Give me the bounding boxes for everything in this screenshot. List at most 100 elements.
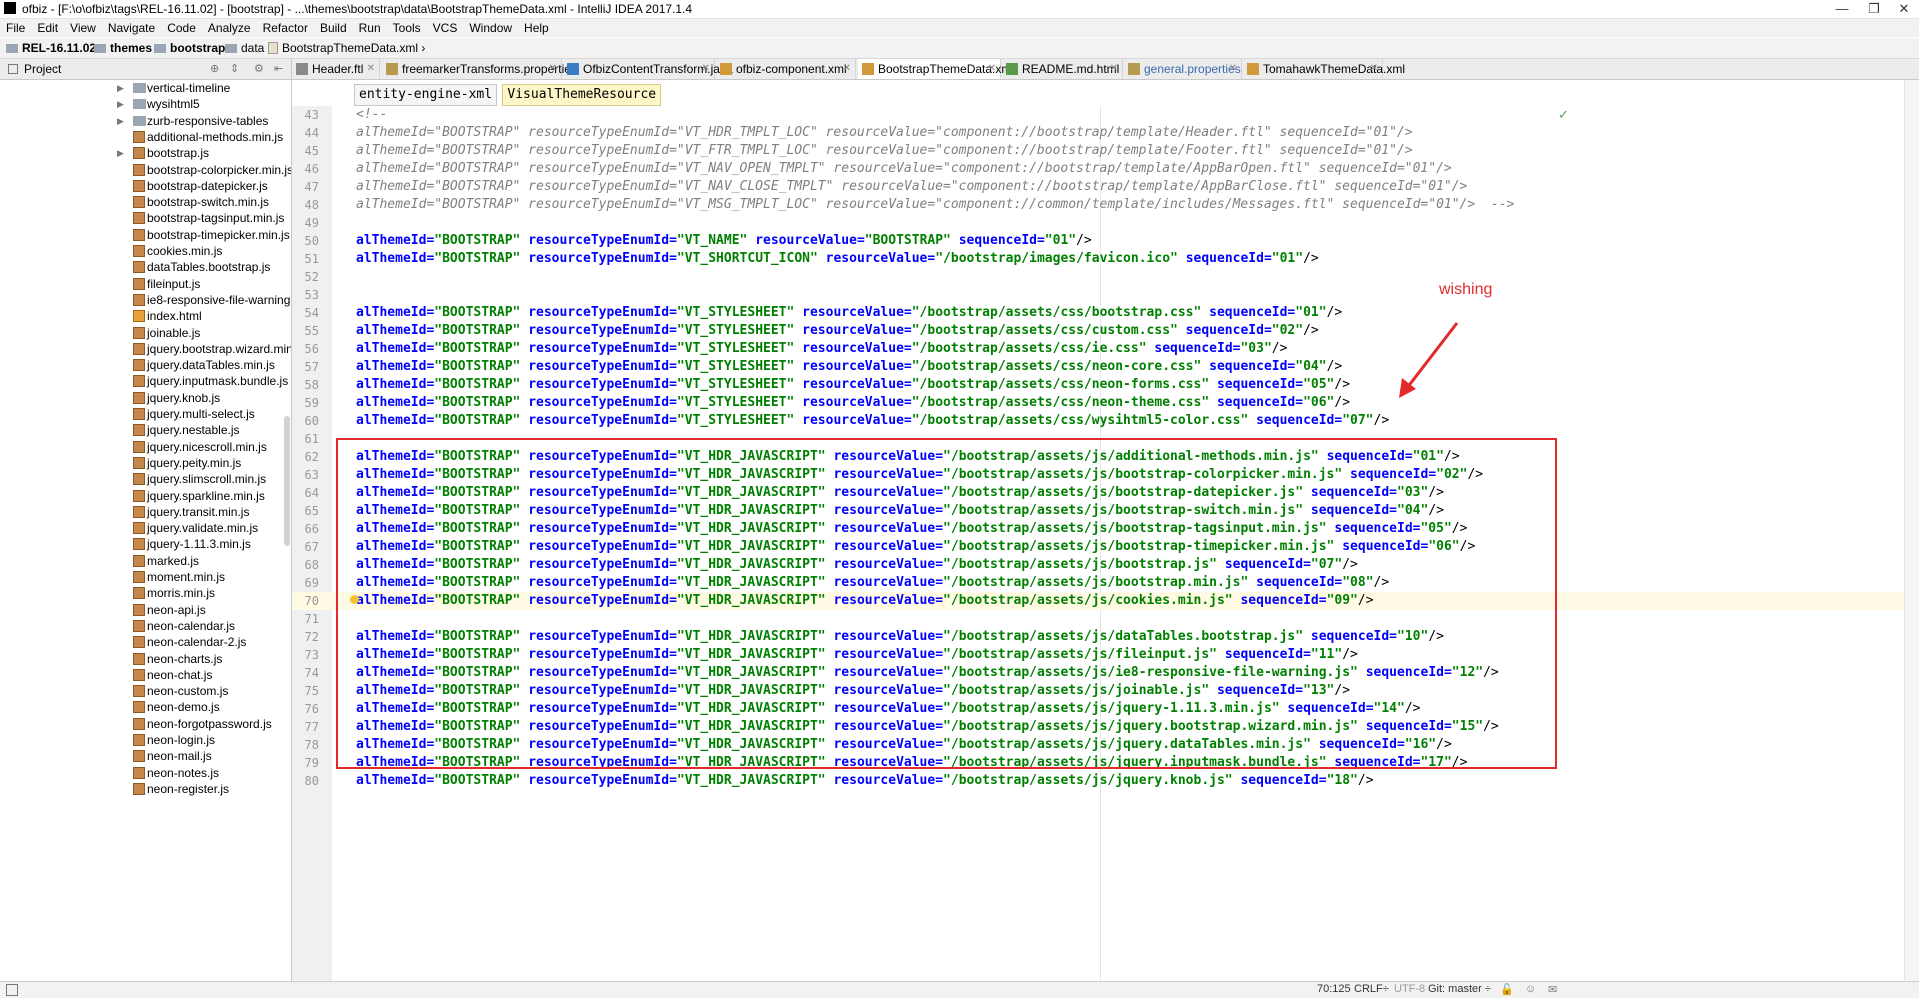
code-line[interactable]: 58 alThemeId="BOOTSTRAP" resourceTypeEnum… — [292, 376, 1919, 394]
code-line[interactable]: 47 alThemeId="BOOTSTRAP" resourceTypeEnum… — [292, 178, 1919, 196]
tree-item[interactable]: jquery.knob.js — [0, 390, 290, 406]
code-line[interactable]: 49 — [292, 214, 1919, 232]
file-encoding[interactable]: UTF-8 — [1394, 983, 1425, 995]
tree-item[interactable]: neon-mail.js — [0, 748, 290, 764]
tab-close-icon[interactable]: ✕ — [1229, 59, 1237, 79]
tree-item[interactable]: bootstrap-tagsinput.min.js — [0, 210, 290, 226]
restore-button[interactable]: ❐ — [1859, 0, 1889, 18]
editor-tab[interactable]: freemarkerTransforms.properties ✕ — [382, 59, 577, 79]
tree-item[interactable]: bootstrap-timepicker.min.js — [0, 227, 290, 243]
code-line[interactable]: 54 alThemeId="BOOTSTRAP" resourceTypeEnum… — [292, 304, 1919, 322]
settings-gear-icon[interactable]: ⚙ — [254, 62, 264, 75]
breadcrumb-data[interactable]: data › — [225, 40, 272, 56]
tree-item[interactable]: jquery.slimscroll.min.js — [0, 471, 290, 487]
breadcrumb-tag[interactable]: entity-engine-xml — [354, 84, 498, 106]
tree-item[interactable]: dataTables.bootstrap.js — [0, 259, 290, 275]
editor-scrollbar[interactable] — [1904, 80, 1919, 981]
tab-close-icon[interactable]: ✕ — [702, 59, 710, 79]
code-line[interactable]: 80 alThemeId="BOOTSTRAP" resourceTypeEnum… — [292, 772, 1919, 790]
expand-arrow-icon[interactable]: ▶ — [117, 80, 124, 96]
code-line[interactable]: 51 alThemeId="BOOTSTRAP" resourceTypeEnum… — [292, 250, 1919, 268]
menu-refactor[interactable]: Refactor — [257, 19, 314, 37]
menu-run[interactable]: Run — [353, 19, 387, 37]
editor-tab[interactable]: ofbiz-component.xml ✕ — [716, 59, 856, 79]
tree-item[interactable]: bootstrap-switch.min.js — [0, 194, 290, 210]
tree-item[interactable]: index.html — [0, 308, 290, 324]
tree-item[interactable]: ▶ wysihtml5 — [0, 96, 290, 112]
tree-item[interactable]: cookies.min.js — [0, 243, 290, 259]
tree-item[interactable]: jquery.nicescroll.min.js — [0, 439, 290, 455]
git-branch[interactable]: Git: master ÷ — [1428, 983, 1491, 995]
code-line[interactable]: 53 — [292, 286, 1919, 304]
tree-item[interactable]: neon-register.js — [0, 781, 290, 797]
tree-item[interactable]: neon-chat.js — [0, 667, 290, 683]
menu-build[interactable]: Build — [314, 19, 353, 37]
tree-item[interactable]: jquery.inputmask.bundle.js — [0, 373, 290, 389]
breadcrumb-bootstrap[interactable]: bootstrap › — [154, 40, 233, 56]
tree-item[interactable]: fileinput.js — [0, 276, 290, 292]
sync-icon[interactable]: ⊕ — [210, 62, 219, 75]
tree-item[interactable]: ie8-responsive-file-warning.js — [0, 292, 291, 308]
tree-item[interactable]: ▶ zurb-responsive-tables — [0, 113, 290, 129]
close-button[interactable]: ✕ — [1889, 0, 1919, 18]
tree-item[interactable]: morris.min.js — [0, 585, 290, 601]
code-line[interactable]: 45 alThemeId="BOOTSTRAP" resourceTypeEnum… — [292, 142, 1919, 160]
tab-close-icon[interactable]: ✕ — [549, 59, 557, 79]
tree-item[interactable]: jquery-1.11.3.min.js — [0, 536, 290, 552]
line-separator[interactable]: CRLF÷ — [1354, 983, 1389, 995]
tree-item[interactable]: ▶ vertical-timeline — [0, 80, 290, 96]
expand-arrow-icon[interactable]: ▶ — [117, 96, 124, 112]
menu-edit[interactable]: Edit — [31, 19, 64, 37]
tree-item[interactable]: neon-charts.js — [0, 651, 290, 667]
tree-item[interactable]: neon-calendar-2.js — [0, 634, 290, 650]
code-line[interactable]: 43 <!-- — [292, 106, 1919, 124]
event-log-icon[interactable]: ✉ — [1548, 983, 1557, 996]
menu-tools[interactable]: Tools — [387, 19, 427, 37]
tree-item[interactable]: neon-custom.js — [0, 683, 290, 699]
tab-close-icon[interactable]: ✕ — [1370, 59, 1378, 79]
tree-item[interactable]: neon-demo.js — [0, 699, 290, 715]
inspector-icon[interactable]: ☺ — [1525, 983, 1536, 995]
code-line[interactable]: 50 alThemeId="BOOTSTRAP" resourceTypeEnum… — [292, 232, 1919, 250]
editor-tab[interactable]: general.properties ✕ — [1124, 59, 1242, 79]
project-panel-title[interactable]: Project — [24, 62, 61, 76]
tree-item[interactable]: jquery.nestable.js — [0, 422, 290, 438]
menu-window[interactable]: Window — [463, 19, 518, 37]
tree-item[interactable]: jquery.transit.min.js — [0, 504, 290, 520]
menu-view[interactable]: View — [64, 19, 102, 37]
tree-item[interactable]: jquery.bootstrap.wizard.min.js — [0, 341, 291, 357]
breadcrumb-themes[interactable]: themes › — [94, 40, 159, 56]
code-line[interactable]: 55 alThemeId="BOOTSTRAP" resourceTypeEnum… — [292, 322, 1919, 340]
editor-tab[interactable]: BootstrapThemeData.xml ✕ — [858, 59, 1014, 79]
tree-item[interactable]: bootstrap-datepicker.js — [0, 178, 290, 194]
menu-analyze[interactable]: Analyze — [202, 19, 257, 37]
tree-item[interactable]: jquery.validate.min.js — [0, 520, 290, 536]
tree-item[interactable]: jquery.sparkline.min.js — [0, 488, 290, 504]
tree-item[interactable]: neon-notes.js — [0, 765, 290, 781]
menu-navigate[interactable]: Navigate — [102, 19, 161, 37]
code-line[interactable]: 57 alThemeId="BOOTSTRAP" resourceTypeEnum… — [292, 358, 1919, 376]
tab-close-icon[interactable]: ✕ — [988, 59, 996, 79]
code-line[interactable]: 46 alThemeId="BOOTSTRAP" resourceTypeEnum… — [292, 160, 1919, 178]
tab-close-icon[interactable]: ✕ — [367, 59, 375, 79]
tree-item[interactable]: neon-calendar.js — [0, 618, 290, 634]
tree-item[interactable]: marked.js — [0, 553, 290, 569]
tree-item[interactable]: joinable.js — [0, 325, 290, 341]
menu-file[interactable]: File — [0, 19, 31, 37]
tree-item[interactable]: neon-api.js — [0, 602, 290, 618]
tree-item[interactable]: neon-login.js — [0, 732, 290, 748]
tree-item[interactable]: jquery.dataTables.min.js — [0, 357, 290, 373]
tab-close-icon[interactable]: ✕ — [1110, 59, 1118, 79]
tree-item[interactable]: moment.min.js — [0, 569, 290, 585]
tree-item[interactable]: bootstrap-colorpicker.min.js — [0, 162, 291, 178]
code-line[interactable]: 52 — [292, 268, 1919, 286]
editor-tab[interactable]: OfbizContentTransform.java ✕ — [563, 59, 733, 79]
collapse-icon[interactable]: ⇕ — [230, 62, 239, 75]
cursor-position[interactable]: 70:125 — [1317, 983, 1351, 995]
editor-tab[interactable]: Header.ftl ✕ — [292, 59, 380, 79]
code-line[interactable]: 44 alThemeId="BOOTSTRAP" resourceTypeEnum… — [292, 124, 1919, 142]
tab-close-icon[interactable]: ✕ — [843, 59, 851, 79]
tree-item[interactable]: additional-methods.min.js — [0, 129, 290, 145]
menu-code[interactable]: Code — [161, 19, 202, 37]
project-tree-scrollbar[interactable] — [284, 416, 290, 546]
